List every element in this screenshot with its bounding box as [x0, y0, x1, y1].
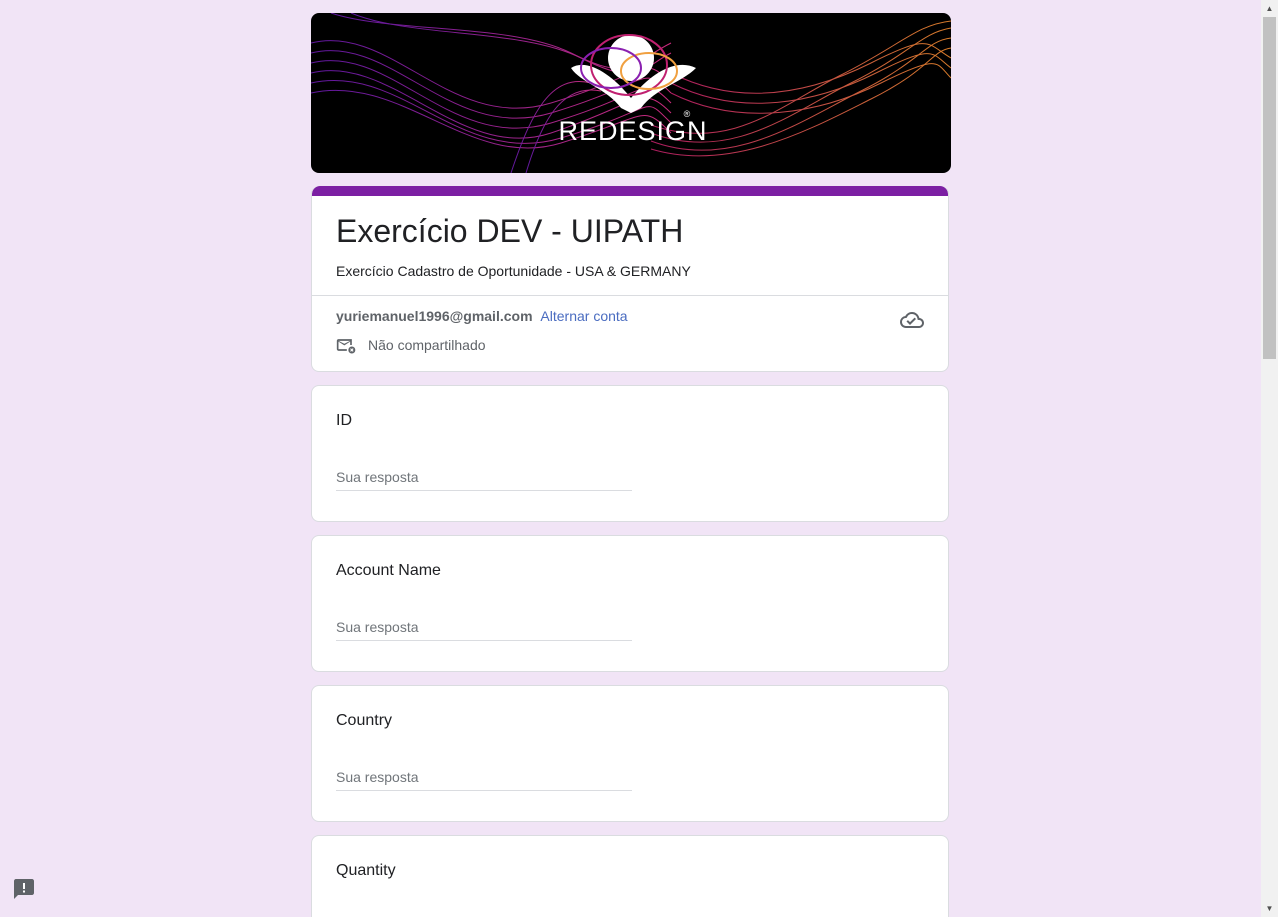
question-card-quantity: Quantity — [311, 835, 949, 917]
question-label: ID — [336, 412, 352, 429]
header-accent-bar — [312, 186, 948, 196]
header-divider — [312, 295, 948, 296]
header-banner-image: REDESIGN ® — [311, 13, 951, 173]
cloud-check-icon[interactable] — [900, 308, 924, 332]
question-label: Account Name — [336, 562, 441, 579]
banner-graphic: REDESIGN ® — [311, 13, 951, 173]
question-card-country: Country — [311, 685, 949, 822]
question-label: Country — [336, 712, 393, 729]
answer-input-account-name[interactable] — [336, 614, 632, 641]
redesign-logo — [571, 34, 696, 113]
not-shared-label: Não compartilhado — [368, 337, 486, 353]
answer-input-country[interactable] — [336, 764, 632, 791]
account-email: yuriemanuel1996@gmail.com — [336, 308, 533, 324]
scroll-down-arrow-icon[interactable]: ▼ — [1261, 900, 1278, 917]
question-label: Quantity — [336, 862, 396, 879]
form-header-card: Exercício DEV - UIPATH Exercício Cadastr… — [311, 186, 949, 372]
form-title: Exercício DEV - UIPATH — [336, 213, 684, 249]
feedback-icon[interactable] — [12, 877, 36, 901]
account-line: yuriemanuel1996@gmail.com Alternar conta — [336, 308, 628, 324]
switch-account-link[interactable]: Alternar conta — [540, 308, 627, 324]
registered-mark: ® — [684, 109, 691, 119]
question-card-id: ID — [311, 385, 949, 522]
form-page: REDESIGN ® Exercício DEV - UIPATH Exercí… — [0, 0, 1278, 917]
question-card-account-name: Account Name — [311, 535, 949, 672]
form-description: Exercício Cadastro de Oportunidade - USA… — [336, 263, 691, 279]
scrollbar-thumb[interactable] — [1263, 17, 1276, 359]
not-shared-status: Não compartilhado — [336, 335, 486, 355]
mail-off-icon — [336, 339, 356, 354]
banner-logo-text: REDESIGN — [558, 116, 707, 146]
scroll-up-arrow-icon[interactable]: ▲ — [1261, 0, 1278, 17]
page-scrollbar[interactable]: ▲ ▼ — [1261, 0, 1278, 917]
answer-input-id[interactable] — [336, 464, 632, 491]
